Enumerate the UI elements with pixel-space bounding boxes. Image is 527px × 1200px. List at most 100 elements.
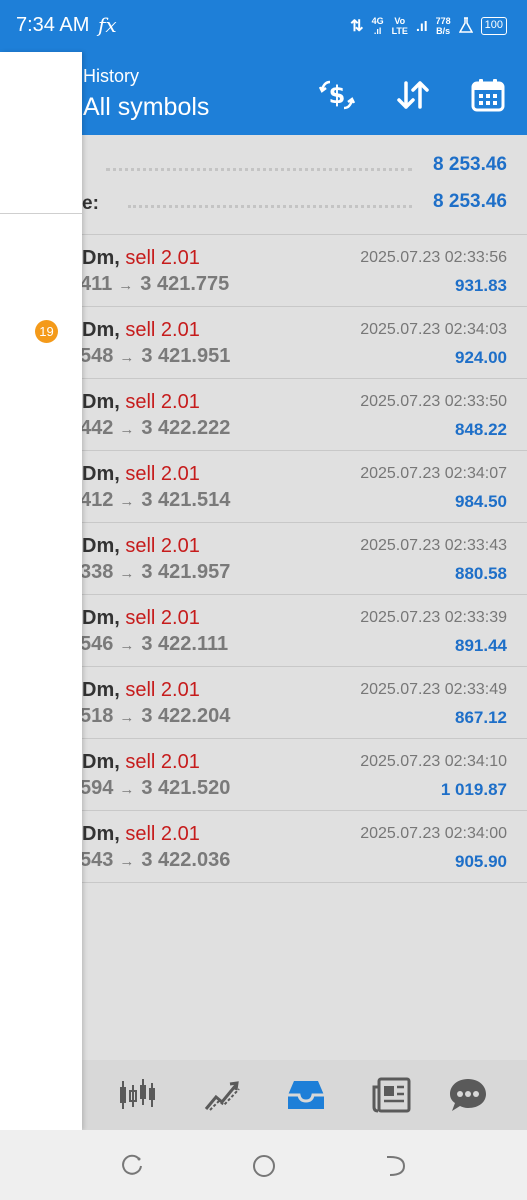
arrow-icon: → (119, 349, 135, 366)
home-icon[interactable] (251, 1153, 277, 1179)
trade-side: sell 2.01 (125, 391, 200, 413)
arrow-icon: → (118, 277, 134, 294)
open-price: 338 (80, 561, 114, 583)
battery-icon: 100 (480, 17, 507, 35)
summary-leader (128, 205, 412, 208)
volte-top-label: Vo (394, 16, 406, 26)
open-price: 411 (80, 273, 113, 295)
drawer-divider (0, 213, 82, 214)
trade-symbol-text: Dm, (82, 535, 120, 557)
arrow-icon: → (119, 565, 135, 582)
trade-profit: 880.58 (455, 564, 507, 583)
trade-profit: 984.50 (455, 492, 507, 511)
trade-side: sell 2.01 (125, 463, 200, 485)
trade-symbol-text: Dm, (82, 247, 120, 269)
trade-prices: 546 → 3 422.111 (80, 633, 228, 656)
chat-icon[interactable] (446, 1075, 490, 1115)
trade-symbol: Dm, sell 2.01 (82, 391, 200, 414)
arrow-icon: → (119, 493, 135, 510)
trade-symbol: Dm, sell 2.01 (82, 751, 200, 774)
recents-icon[interactable] (119, 1153, 145, 1179)
trade-profit: 924.00 (455, 348, 507, 367)
open-price: 543 (80, 849, 114, 871)
navigation-drawer[interactable]: 19 (0, 52, 82, 1130)
app-bar-subtitle: History (83, 66, 140, 86)
trade-time: 2025.07.23 02:34:03 (360, 321, 507, 338)
arrow-icon: → (119, 421, 135, 438)
trade-profit: 1 019.87 (440, 780, 507, 799)
sort-icon[interactable] (394, 76, 432, 114)
trade-side: sell 2.01 (125, 679, 200, 701)
trade-symbol-text: Dm, (82, 607, 120, 629)
network-speed-unit: B/s (436, 26, 451, 36)
open-price: 594 (80, 777, 114, 799)
trade-symbol: Dm, sell 2.01 (82, 823, 200, 846)
trade-profit: 891.44 (455, 636, 507, 655)
trade-symbol-text: Dm, (82, 463, 120, 485)
trade-symbol-text: Dm, (82, 679, 120, 701)
trade-prices: 594 → 3 421.520 (80, 777, 230, 800)
dollar-exchange-icon[interactable]: $ (318, 76, 356, 114)
trade-side: sell 2.01 (125, 319, 200, 341)
news-icon[interactable] (369, 1075, 413, 1115)
trade-side: sell 2.01 (125, 247, 200, 269)
trade-profit: 931.83 (455, 276, 507, 295)
trade-prices: 548 → 3 421.951 (80, 345, 230, 368)
trade-prices: 411 → 3 421.775 (80, 273, 229, 296)
open-price: 546 (80, 633, 114, 655)
status-time: 7:34 AM (16, 14, 90, 36)
arrow-icon: → (119, 781, 135, 798)
close-price: 3 421.775 (140, 273, 230, 295)
app-bar-title[interactable]: All symbols (83, 93, 209, 122)
close-price: 3 422.222 (141, 417, 231, 439)
quotes-icon[interactable] (115, 1075, 159, 1115)
arrow-icon: → (119, 637, 135, 654)
trade-symbol-text: Dm, (82, 319, 120, 341)
open-price: 442 (80, 417, 114, 439)
signal-bars-icon: .ıl (415, 18, 428, 34)
trade-symbol: Dm, sell 2.01 (82, 607, 200, 630)
status-bar: 7:34 AM fx ⇅ 4G .ıl Vo LTE .ıl 778 B/s 1… (0, 0, 527, 52)
close-price: 3 421.951 (141, 345, 231, 367)
trade-symbol-text: Dm, (82, 823, 120, 845)
close-price: 3 421.520 (141, 777, 231, 799)
summary-leader (106, 168, 412, 171)
close-price: 3 421.514 (141, 489, 231, 511)
network-speed-value: 778 (435, 16, 451, 26)
trade-profit: 848.22 (455, 420, 507, 439)
trade-symbol: Dm, sell 2.01 (82, 463, 200, 486)
signal-bars: .ıl (373, 26, 382, 36)
arrow-icon: → (119, 853, 135, 870)
back-icon[interactable] (383, 1153, 409, 1179)
trade-side: sell 2.01 (125, 535, 200, 557)
status-indicators: ⇅ 4G .ıl Vo LTE .ıl 778 B/s 100 (350, 14, 507, 38)
trade-profit: 867.12 (455, 708, 507, 727)
network-speed: 778 B/s (436, 16, 451, 36)
fx-app-icon: fx (98, 13, 117, 37)
signal-volte-icon: Vo LTE (392, 16, 408, 36)
trade-prices: 442 → 3 422.222 (80, 417, 230, 440)
calendar-icon[interactable] (469, 76, 507, 114)
trade-symbol: Dm, sell 2.01 (82, 319, 200, 342)
signal-4g-label: 4G (371, 16, 384, 26)
trade-symbol: Dm, sell 2.01 (82, 247, 200, 270)
history-inbox-icon[interactable] (284, 1075, 328, 1115)
trade-time: 2025.07.23 02:34:10 (360, 753, 507, 770)
chart-icon[interactable] (200, 1075, 244, 1115)
trade-prices: 543 → 3 422.036 (80, 849, 230, 872)
close-price: 3 422.204 (141, 705, 231, 727)
summary-value: 8 253.46 (433, 154, 507, 175)
trade-side: sell 2.01 (125, 607, 200, 629)
trade-time: 2025.07.23 02:33:49 (360, 681, 507, 698)
summary-value: 8 253.46 (433, 191, 507, 212)
volte-bottom-label: LTE (391, 26, 408, 36)
trade-prices: 412 → 3 421.514 (80, 489, 230, 512)
system-navigation-bar (0, 1130, 527, 1200)
close-price: 3 422.036 (141, 849, 231, 871)
trade-side: sell 2.01 (125, 823, 200, 845)
close-price: 3 421.957 (141, 561, 231, 583)
summary-label: e: (82, 193, 99, 214)
trade-symbol: Dm, sell 2.01 (82, 679, 200, 702)
trade-prices: 518 → 3 422.204 (80, 705, 230, 728)
trade-time: 2025.07.23 02:33:50 (360, 393, 507, 410)
